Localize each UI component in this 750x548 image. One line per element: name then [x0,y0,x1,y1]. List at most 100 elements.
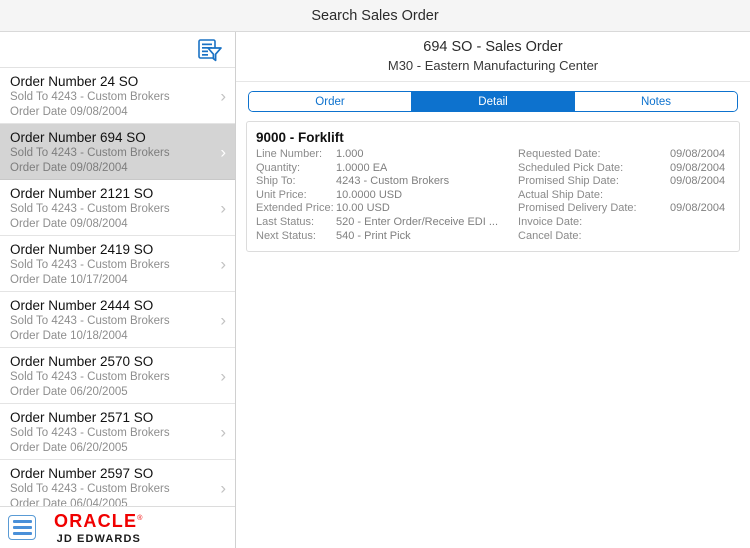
oracle-wordmark: ORACLE® [54,509,144,531]
order-number-label: Order Number 2597 SO [10,466,154,481]
detail-header: 694 SO - Sales Order M30 - Eastern Manuf… [236,32,750,82]
sold-to-label: Sold To 4243 - Custom Brokers [10,483,170,495]
detail-field: Scheduled Pick Date: 09/08/2004 [518,162,730,176]
chevron-right-icon: › [220,478,226,497]
detail-field: Last Status: 520 - Enter Order/Receive ED… [256,216,498,230]
order-number-label: Order Number 2571 SO [10,410,154,425]
field-value: 520 - Enter Order/Receive EDI ... [336,215,499,228]
detail-field: Ship To: 4243 - Custom Brokers [256,175,498,189]
main-body: Order Number 24 SO Sold To 4243 - Custom … [0,32,750,548]
list-item[interactable]: Order Number 24 SO Sold To 4243 - Custom … [0,68,235,124]
list-item[interactable]: Order Number 2570 SO Sold To 4243 - Custo… [0,348,235,404]
order-list-panel: Order Number 24 SO Sold To 4243 - Custom … [0,32,236,548]
chevron-right-icon: › [220,142,226,161]
detail-field: Next Status: 540 - Print Pick [256,230,498,244]
field-value: 10.0000 USD [336,188,403,201]
detail-field: Promised Delivery Date: 09/08/2004 [518,202,730,216]
detail-field: Invoice Date: [518,216,730,230]
field-label: Unit Price: [256,188,307,201]
field-value: 540 - Print Pick [336,229,411,242]
oracle-text: ORACLE [54,511,138,531]
field-value: 1.000 [336,148,364,160]
chevron-right-icon: › [220,198,226,217]
line-detail-card: 9000 - Forklift Line Number: 1.000 Quantit… [246,121,740,253]
detail-field: Unit Price: 10.0000 USD [256,189,498,203]
order-date-label: Order Date 10/17/2004 [10,274,128,286]
field-value: 09/08/2004 [670,175,726,188]
field-label: Last Status: [256,215,315,228]
sold-to-label: Sold To 4243 - Custom Brokers [10,259,170,271]
chevron-right-icon: › [220,86,226,105]
tab-order[interactable]: Order [249,92,412,111]
tab-detail[interactable]: Detail [412,92,575,111]
chevron-right-icon: › [220,422,226,441]
chevron-right-icon: › [220,310,226,329]
field-label: Next Status: [256,229,316,242]
detail-field: Extended Price: 10.00 USD [256,202,498,216]
field-value: 09/08/2004 [670,202,726,215]
order-list[interactable]: Order Number 24 SO Sold To 4243 - Custom … [0,68,235,548]
detail-subtitle: M30 - Eastern Manufacturing Center [387,58,599,73]
list-toolbar [0,32,235,68]
field-label: Promised Delivery Date: [518,202,637,215]
order-number-label: Order Number 2444 SO [10,298,154,313]
filter-list-icon[interactable] [197,38,223,62]
field-value: 09/08/2004 [670,161,726,174]
field-label: Line Number: [256,148,323,160]
field-label: Scheduled Pick Date: [518,161,624,174]
application-window: Search Sales Order Order Number 24 SO So… [0,0,750,548]
field-label: Actual Ship Date: [518,188,604,201]
detail-left-column: Line Number: 1.000 Quantity: 1.0000 EA Ship … [256,148,498,243]
left-footer: ORACLE® JD EDWARDS [0,506,235,548]
order-number-label: Order Number 2121 SO [10,186,154,201]
field-label: Invoice Date: [518,215,583,228]
detail-columns: Line Number: 1.000 Quantity: 1.0000 EA Ship … [256,148,730,243]
sold-to-label: Sold To 4243 - Custom Brokers [10,147,170,159]
field-value: 4243 - Custom Brokers [336,175,450,188]
tab-notes[interactable]: Notes [575,92,737,111]
detail-field: Cancel Date: [518,230,730,244]
list-item[interactable]: Order Number 2419 SO Sold To 4243 - Custo… [0,236,235,292]
order-date-label: Order Date 09/08/2004 [10,218,128,230]
detail-field: Promised Ship Date: 09/08/2004 [518,175,730,189]
title-bar: Search Sales Order [0,0,750,32]
detail-field: Actual Ship Date: [518,189,730,203]
chevron-right-icon: › [220,254,226,273]
detail-right-column: Requested Date: 09/08/2004 Scheduled Pick … [498,148,730,243]
sold-to-label: Sold To 4243 - Custom Brokers [10,371,170,383]
page-title: Search Sales Order [311,7,439,24]
list-item[interactable]: Order Number 694 SO Sold To 4243 - Custom… [0,124,235,180]
order-detail-panel: 694 SO - Sales Order M30 - Eastern Manuf… [236,32,750,548]
sold-to-label: Sold To 4243 - Custom Brokers [10,315,170,327]
field-label: Requested Date: [518,148,601,160]
jdedwards-wordmark: JD EDWARDS [56,533,141,545]
field-value: 10.00 USD [336,202,390,215]
order-date-label: Order Date 06/20/2005 [10,442,128,454]
order-number-label: Order Number 2570 SO [10,354,154,369]
list-item[interactable]: Order Number 2444 SO Sold To 4243 - Custo… [0,292,235,348]
field-value: 09/08/2004 [670,148,726,160]
sold-to-label: Sold To 4243 - Custom Brokers [10,203,170,215]
field-label: Cancel Date: [518,229,582,242]
detail-field: Line Number: 1.000 [256,148,498,162]
field-label: Ship To: [256,175,296,188]
oracle-jdedwards-logo: ORACLE® JD EDWARDS [54,509,144,546]
segmented-tab-control[interactable]: Order Detail Notes [248,91,738,112]
field-label: Promised Ship Date: [518,175,619,188]
list-item[interactable]: Order Number 2121 SO Sold To 4243 - Custo… [0,180,235,236]
sold-to-label: Sold To 4243 - Custom Brokers [10,427,170,439]
hamburger-menu-icon[interactable] [8,515,36,540]
field-value: 1.0000 EA [336,161,388,174]
order-date-label: Order Date 06/20/2005 [10,386,128,398]
order-number-label: Order Number 2419 SO [10,242,154,257]
chevron-right-icon: › [220,366,226,385]
detail-title: 694 SO - Sales Order [423,39,563,55]
order-number-label: Order Number 24 SO [10,74,139,89]
detail-field: Quantity: 1.0000 EA [256,162,498,176]
registered-mark-icon: ® [137,515,144,522]
tab-bar-container: Order Detail Notes [236,82,750,121]
order-date-label: Order Date 09/08/2004 [10,162,128,174]
field-label: Quantity: [256,161,301,174]
list-item[interactable]: Order Number 2571 SO Sold To 4243 - Custo… [0,404,235,460]
detail-field: Requested Date: 09/08/2004 [518,148,730,162]
